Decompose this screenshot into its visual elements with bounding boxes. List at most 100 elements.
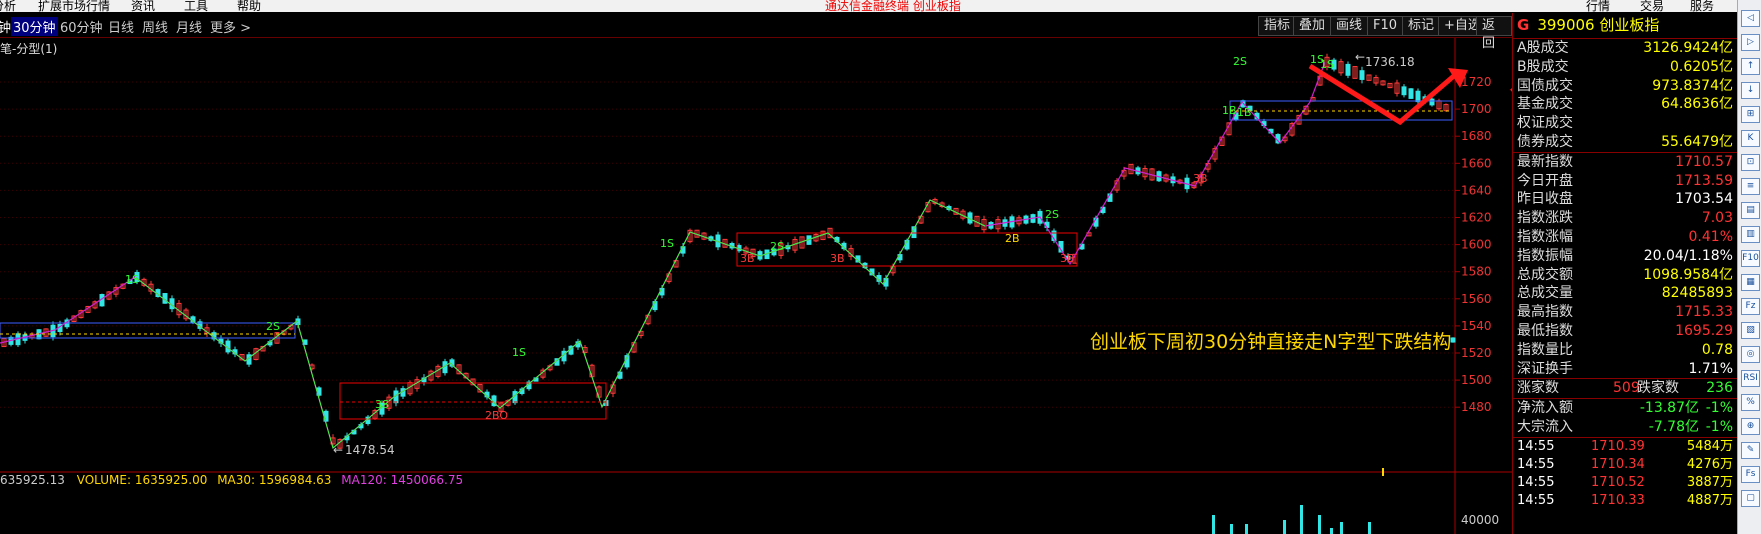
tool-icon[interactable]: Fs xyxy=(1741,466,1760,483)
index-code-name: 399006 创业板指 xyxy=(1537,16,1660,34)
tick-time: 14:55 xyxy=(1517,474,1555,490)
low-arrow: ← xyxy=(333,443,343,457)
index-stat-label: 昨日收盘 xyxy=(1517,191,1573,208)
quote-side-panel: G 399006 创业板指 A股成交 3126.9424亿 B股成交 0.6205亿 国债… xyxy=(1512,13,1737,534)
menu-notice: 通达信金融终端 创业板指 xyxy=(825,0,961,12)
menu-item-extended-market[interactable]: 扩展市场行情 xyxy=(38,0,110,12)
period-30min[interactable]: 30分钟 xyxy=(11,17,58,36)
volume-bars xyxy=(1212,468,1384,534)
tool-icon[interactable]: RSI xyxy=(1741,370,1760,387)
index-stat-label: 指数振幅 xyxy=(1517,247,1573,264)
index-stat-label: 最高指数 xyxy=(1517,304,1573,321)
tick-volume: 4276万 xyxy=(1686,456,1733,472)
index-stat-label: 总成交额 xyxy=(1517,266,1573,283)
signal-marker: 3B xyxy=(1060,252,1075,265)
period-more[interactable]: 更多 > xyxy=(210,17,251,36)
tool-icon[interactable]: ◁ xyxy=(1741,10,1760,27)
index-stat-row: 最低指数 1695.29 xyxy=(1513,322,1737,341)
volume-bar xyxy=(1318,515,1321,534)
turnover-row: 权证成交 xyxy=(1513,114,1737,133)
flow-pct: -1% xyxy=(1705,418,1733,435)
period-day[interactable]: 日线 xyxy=(108,17,134,36)
tick-time: 14:55 xyxy=(1517,456,1555,472)
signal-marker: 1S xyxy=(512,346,526,359)
signal-marker: 3S xyxy=(375,398,389,411)
draw-line-button[interactable]: 画线 xyxy=(1330,16,1369,36)
right-tool-strip: ◁ ▷ ↑ ↓ ⊞ K ⊡ ≡ ▤ ▥ F10 ▦ Fz ▧ ◎ RSI% ⊕ ✎ Fs ▢ xyxy=(1737,0,1761,534)
tool-icon[interactable]: ⊞ xyxy=(1741,106,1760,123)
menu-item-tools[interactable]: 工具 xyxy=(184,0,208,12)
tick-row: 14:55 1710.52 3887万 xyxy=(1513,474,1737,492)
tool-icon[interactable]: ▤ xyxy=(1741,202,1760,219)
tool-icon[interactable]: % xyxy=(1741,394,1760,411)
turnover-value: 64.8636亿 xyxy=(1661,96,1733,113)
index-stat-label: 指数涨跌 xyxy=(1517,210,1573,227)
index-stat-value: 1098.9584亿 xyxy=(1643,266,1733,283)
tool-icon[interactable]: Fz xyxy=(1741,298,1760,315)
indicator-button[interactable]: 指标 xyxy=(1258,16,1297,36)
turnover-label: 债券成交 xyxy=(1517,133,1573,150)
up-count-label: 涨家数 xyxy=(1517,380,1559,397)
tool-icon[interactable]: F10 xyxy=(1741,250,1760,267)
tick-price: 1710.39 xyxy=(1591,438,1645,454)
turnover-value: 0.6205亿 xyxy=(1670,58,1733,75)
tick-row: 14:55 1710.34 4276万 xyxy=(1513,456,1737,474)
index-stats-list: 最新指数 1710.57 今日开盘 1713.59 昨日收盘 1703.54 指数涨跌 7.0… xyxy=(1513,151,1737,379)
turnover-row: B股成交 0.6205亿 xyxy=(1513,58,1737,77)
index-stat-row: 深证换手 1.71% xyxy=(1513,360,1737,379)
price-tick-label: 1700 xyxy=(1461,102,1492,116)
tick-row: 14:55 1710.39 5484万 xyxy=(1513,438,1737,456)
signal-marker: 1S xyxy=(125,273,139,286)
menu-item-news[interactable]: 资讯 xyxy=(131,0,155,12)
down-count-label: 跌家数 xyxy=(1637,380,1679,397)
menu-item-help[interactable]: 帮助 xyxy=(237,0,261,12)
tool-icon[interactable]: ▢ xyxy=(1741,490,1760,507)
tool-icon[interactable]: ▥ xyxy=(1741,226,1760,243)
flow-label: 净流入额 xyxy=(1517,400,1573,417)
candle-body xyxy=(1429,98,1435,106)
tool-icon[interactable]: ↑ xyxy=(1741,58,1760,75)
tool-icon[interactable]: ⊡ xyxy=(1741,154,1760,171)
signal-marker: 3B xyxy=(1193,172,1208,185)
overlay-button[interactable]: 叠加 xyxy=(1293,16,1332,36)
tool-icon[interactable]: ≡ xyxy=(1741,178,1760,195)
advance-decline-row: 涨家数 509 跌家数 236 xyxy=(1513,378,1737,398)
mark-button[interactable]: 标记 xyxy=(1402,16,1441,36)
period-60min[interactable]: 60分钟 xyxy=(60,17,103,36)
menu-right-trade[interactable]: 交易 xyxy=(1640,0,1664,12)
menu-right-quotes[interactable]: 行情 xyxy=(1586,0,1610,12)
index-stat-row: 指数涨幅 0.41% xyxy=(1513,228,1737,247)
index-stat-label: 最新指数 xyxy=(1517,153,1573,170)
signal-marker: 1S xyxy=(1310,53,1324,66)
volume-bar xyxy=(1340,522,1343,534)
candle-body xyxy=(1359,70,1365,80)
signal-marker: 3B xyxy=(740,252,755,265)
pivot-boxes xyxy=(0,100,1453,420)
tool-icon[interactable]: ↓ xyxy=(1741,82,1760,99)
signal-marker: 1B xyxy=(1237,106,1252,119)
tool-icon[interactable]: ◎ xyxy=(1741,346,1760,363)
high-arrow: ← xyxy=(1355,50,1365,64)
index-stat-value: 20.04/1.18% xyxy=(1643,247,1733,264)
tick-volume: 5484万 xyxy=(1686,438,1733,454)
period-month[interactable]: 月线 xyxy=(176,17,202,36)
tool-icon[interactable]: ⊕ xyxy=(1741,418,1760,435)
tool-icon[interactable]: ▷ xyxy=(1741,34,1760,51)
period-toolbar: 钟 30分钟 60分钟 日线 周线 月线 更多 > 指标 叠加 画线 F10 标… xyxy=(0,13,1512,51)
signal-marker: 1S xyxy=(660,237,674,250)
index-stat-label: 指数量比 xyxy=(1517,341,1573,358)
turnover-row: 基金成交 64.8636亿 xyxy=(1513,95,1737,114)
volume-bar xyxy=(1212,515,1215,534)
back-button[interactable]: 返回 xyxy=(1476,16,1512,51)
kline-chart[interactable]: 1720 1700 1680 1660 1640 1620 1600 1580 1560 1540… xyxy=(0,38,1512,534)
menu-item-analysis[interactable]: 分析 xyxy=(0,0,16,12)
tool-icon[interactable]: ✎ xyxy=(1741,442,1760,459)
tool-icon[interactable]: ▧ xyxy=(1741,322,1760,339)
f10-button[interactable]: F10 xyxy=(1367,16,1404,36)
menu-right-service[interactable]: 服务 xyxy=(1690,0,1714,12)
tool-icon[interactable]: K xyxy=(1741,130,1760,147)
period-week[interactable]: 周线 xyxy=(142,17,168,36)
tool-icon[interactable]: ▦ xyxy=(1741,274,1760,291)
turnover-list: A股成交 3126.9424亿 B股成交 0.6205亿 国债成交 973.8374亿 基金… xyxy=(1513,39,1737,152)
flow-label: 大宗流入 xyxy=(1517,418,1573,435)
